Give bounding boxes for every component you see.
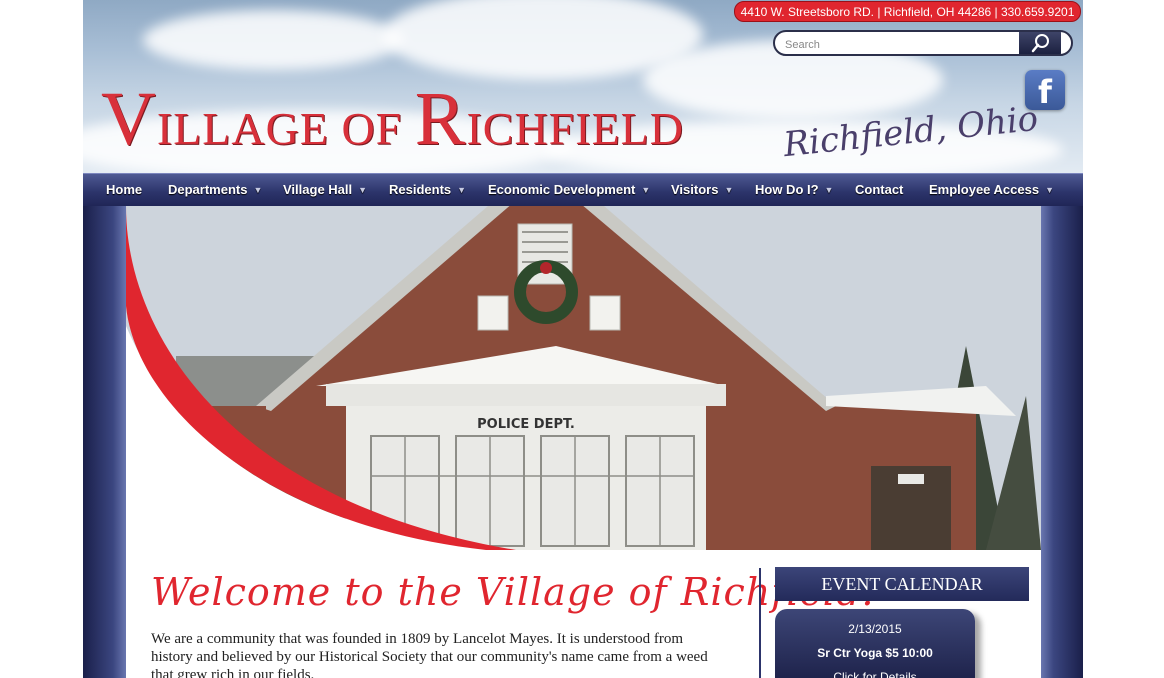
caret-down-icon: ▼ <box>253 185 263 195</box>
caret-down-icon: ▼ <box>1045 185 1055 195</box>
logo-text-village-of: ILLAGE OF <box>156 103 415 154</box>
caret-down-icon: ▼ <box>724 185 734 195</box>
nav-label: Economic Development <box>488 182 636 197</box>
caret-down-icon: ▼ <box>457 185 467 195</box>
logo-text-ichfield: ICHFIELD <box>466 103 684 154</box>
right-frame <box>1041 206 1083 678</box>
hero-image: POLICE DEPT. <box>126 206 1041 550</box>
nav-item-contact[interactable]: Contact <box>855 174 903 207</box>
nav-label: Home <box>106 182 143 197</box>
event-calendar-header: EVENT CALENDAR <box>775 567 1029 601</box>
nav-item-village-hall[interactable]: Village Hall ▼ <box>283 174 367 207</box>
column-divider <box>759 568 761 678</box>
address-bar: 4410 W. Streetsboro RD. | Richfield, OH … <box>734 1 1081 22</box>
nav-label: Residents <box>389 182 452 197</box>
event-card[interactable]: 2/13/2015 Sr Ctr Yoga $5 10:00 Click for… <box>775 609 975 678</box>
nav-label: How Do I? <box>755 182 819 197</box>
nav-item-visitors[interactable]: Visitors ▼ <box>671 174 733 207</box>
nav-item-how-do-i[interactable]: How Do I? ▼ <box>755 174 833 207</box>
caret-down-icon: ▼ <box>641 185 651 195</box>
main-nav: Home Departments ▼ Village Hall ▼ Resident… <box>83 173 1083 207</box>
site-logo[interactable]: VILLAGE OF RICHFIELD <box>101 81 684 157</box>
nav-item-economic-development[interactable]: Economic Development ▼ <box>488 174 650 207</box>
page: VILLAGE OF RICHFIELD Richfield, Ohio 441… <box>83 0 1083 678</box>
nav-item-residents[interactable]: Residents ▼ <box>389 174 466 207</box>
cloud-decoration <box>143 10 403 70</box>
main-content: Welcome to the Village of Richfield. We … <box>126 550 1041 678</box>
search-button[interactable] <box>1019 32 1061 54</box>
site-header: VILLAGE OF RICHFIELD Richfield, Ohio 441… <box>83 0 1083 173</box>
nav-item-employee-access[interactable]: Employee Access ▼ <box>929 174 1054 207</box>
intro-paragraph: We are a community that was founded in 1… <box>151 631 708 678</box>
event-title: Sr Ctr Yoga $5 10:00 <box>817 646 933 660</box>
nav-item-home[interactable]: Home <box>106 174 142 207</box>
logo-initial-r: R <box>414 77 467 161</box>
nav-label: Village Hall <box>283 182 353 197</box>
search-input[interactable] <box>783 35 1015 54</box>
left-frame <box>83 206 126 678</box>
nav-label: Visitors <box>671 182 719 197</box>
caret-down-icon: ▼ <box>358 185 368 195</box>
nav-label: Departments <box>168 182 248 197</box>
facebook-icon[interactable]: f <box>1025 70 1065 110</box>
nav-label: Employee Access <box>929 182 1040 197</box>
event-date: 2/13/2015 <box>848 622 902 636</box>
police-building-illustration: POLICE DEPT. <box>126 206 1041 550</box>
welcome-heading: Welcome to the Village of Richfield. <box>151 570 875 614</box>
police-sign: POLICE DEPT. <box>477 417 575 432</box>
magnifier-icon <box>1031 34 1049 53</box>
event-details-link[interactable]: Click for Details <box>775 670 975 678</box>
nav-label: Contact <box>855 182 904 197</box>
nav-item-departments[interactable]: Departments ▼ <box>168 174 262 207</box>
caret-down-icon: ▼ <box>824 185 834 195</box>
search-box <box>773 30 1073 56</box>
logo-initial-v: V <box>101 77 157 161</box>
